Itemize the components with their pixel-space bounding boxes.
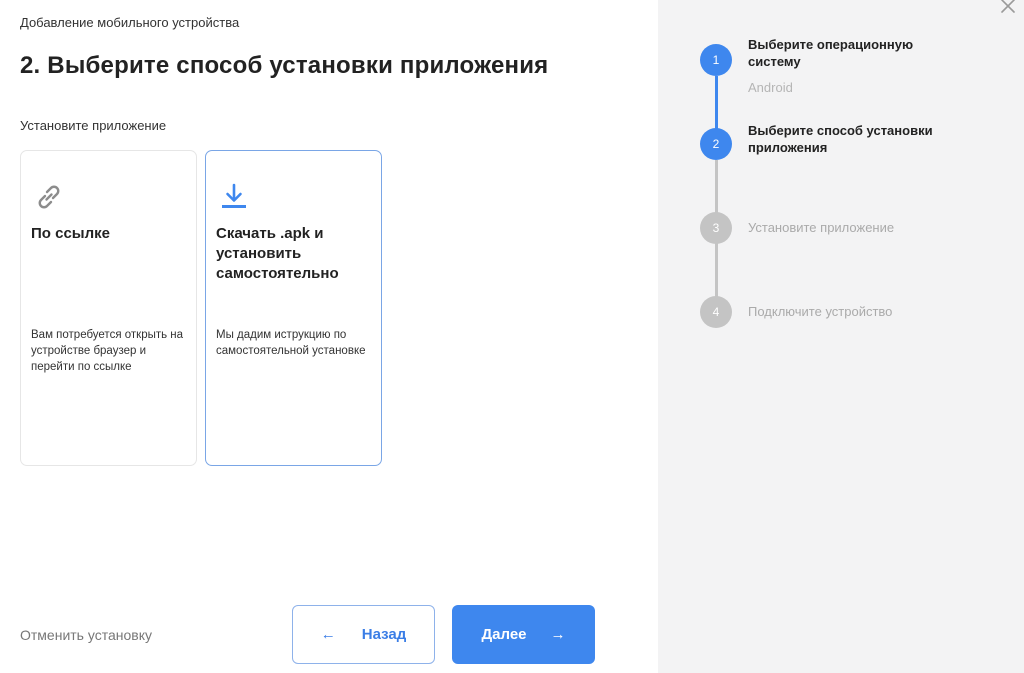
step-connector <box>715 242 718 300</box>
next-button-label: Далее <box>481 626 527 643</box>
step-4-title: Подключите устройство <box>748 304 893 319</box>
steps-sidebar <box>658 0 1024 673</box>
card-description: Вам потребуется открыть на устройстве бр… <box>31 329 184 373</box>
step-1-subtitle: Android <box>748 80 793 95</box>
cancel-install-link[interactable]: Отменить установку <box>20 627 152 643</box>
breadcrumb: Добавление мобильного устройства <box>20 15 240 30</box>
step-3-badge: 3 <box>700 212 732 244</box>
main-panel: Добавление мобильного устройства 2. Выбе… <box>0 0 658 673</box>
arrow-right-icon: → <box>550 626 566 643</box>
download-icon <box>222 183 246 208</box>
section-label: Установите приложение <box>20 118 167 133</box>
step-2-title: Выберите способ установки приложения <box>748 123 933 155</box>
step-1-badge: 1 <box>700 44 732 76</box>
back-button[interactable]: ← Назад <box>292 605 435 664</box>
step-2-badge: 2 <box>700 128 732 160</box>
card-title: Скачать .apk и установить самостоятельно <box>216 225 339 282</box>
page-title: 2. Выберите способ установки приложения <box>20 52 549 79</box>
close-icon[interactable] <box>996 0 1020 18</box>
arrow-left-icon: ← <box>320 626 336 643</box>
step-3-title: Установите приложение <box>748 220 895 235</box>
install-option-link-card[interactable]: По ссылке Вам потребуется открыть на уст… <box>20 150 197 466</box>
back-button-label: Назад <box>361 626 407 643</box>
step-1-title: Выберите операционную систему <box>748 37 914 69</box>
link-icon <box>38 185 60 209</box>
card-title: По ссылке <box>31 225 110 242</box>
next-button[interactable]: Далее → <box>452 605 595 664</box>
step-connector <box>715 160 718 218</box>
install-option-apk-card[interactable]: Скачать .apk и установить самостоятельно… <box>205 150 382 466</box>
card-description: Мы дадим иструкцию по самостоятельной ус… <box>216 329 366 357</box>
step-4-badge: 4 <box>700 296 732 328</box>
step-connector <box>715 76 718 134</box>
